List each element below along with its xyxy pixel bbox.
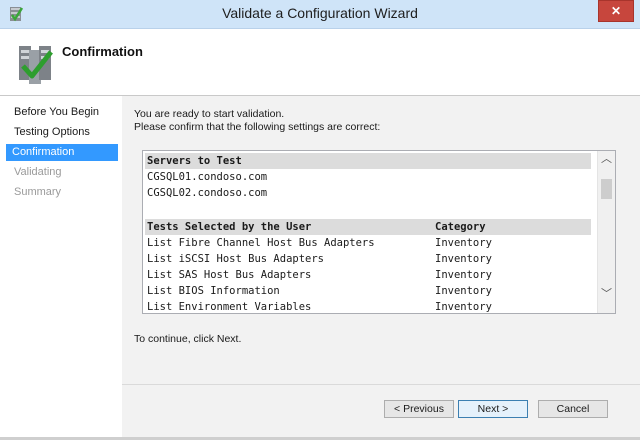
nav-item-before-you-begin[interactable]: Before You Begin bbox=[8, 104, 118, 121]
vertical-scrollbar[interactable]: ︿ ﹀ bbox=[597, 151, 615, 313]
nav-item-confirmation[interactable]: Confirmation bbox=[6, 144, 118, 161]
server-name: CGSQL02.condoso.com bbox=[147, 187, 268, 199]
window-title: Validate a Configuration Wizard bbox=[222, 5, 418, 21]
settings-listbox[interactable]: Servers to Test CGSQL01.condoso.com CGSQ… bbox=[142, 150, 616, 314]
main-content: You are ready to start validation. Pleas… bbox=[122, 96, 640, 440]
test-name: List Environment Variables bbox=[147, 301, 312, 313]
servers-header-row: Servers to Test bbox=[145, 153, 591, 169]
list-item: List iSCSI Host Bus Adapters Inventory bbox=[145, 251, 591, 267]
continue-hint: To continue, click Next. bbox=[134, 333, 242, 345]
scroll-thumb[interactable] bbox=[601, 179, 612, 199]
next-button[interactable]: Next > bbox=[458, 400, 528, 418]
scroll-up-arrow-icon[interactable]: ︿ bbox=[598, 151, 615, 168]
test-category: Inventory bbox=[435, 253, 492, 265]
close-button[interactable]: ✕ bbox=[598, 0, 634, 22]
intro-text: You are ready to start validation. Pleas… bbox=[134, 108, 380, 134]
tests-header-row: Tests Selected by the User Category bbox=[145, 219, 591, 235]
test-name: List iSCSI Host Bus Adapters bbox=[147, 253, 325, 265]
footer-divider bbox=[122, 384, 640, 385]
page-title: Confirmation bbox=[62, 44, 143, 59]
list-item: List BIOS Information Inventory bbox=[145, 283, 591, 299]
test-name: List SAS Host Bus Adapters bbox=[147, 269, 312, 281]
server-name: CGSQL01.condoso.com bbox=[147, 171, 268, 183]
list-item: CGSQL02.condoso.com bbox=[145, 185, 591, 201]
category-header: Category bbox=[435, 221, 486, 233]
intro-line-2: Please confirm that the following settin… bbox=[134, 121, 381, 133]
test-category: Inventory bbox=[435, 237, 492, 249]
intro-line-1: You are ready to start validation. bbox=[134, 108, 285, 120]
list-item: List Environment Variables Inventory bbox=[145, 299, 591, 313]
cancel-button[interactable]: Cancel bbox=[538, 400, 608, 418]
title-bar[interactable]: Validate a Configuration Wizard ✕ bbox=[0, 0, 640, 29]
servers-header: Servers to Test bbox=[147, 155, 242, 167]
test-category: Inventory bbox=[435, 285, 492, 297]
nav-item-testing-options[interactable]: Testing Options bbox=[8, 124, 118, 141]
nav-item-summary: Summary bbox=[14, 186, 62, 198]
settings-list: Servers to Test CGSQL01.condoso.com CGSQ… bbox=[143, 151, 595, 313]
test-name: List Fibre Channel Host Bus Adapters bbox=[147, 237, 375, 249]
nav-item-validating: Validating bbox=[14, 166, 62, 178]
scroll-down-arrow-icon[interactable]: ﹀ bbox=[598, 286, 615, 303]
wizard-steps-nav: Before You Begin Testing Options Confirm… bbox=[0, 96, 122, 440]
list-item: List SAS Host Bus Adapters Inventory bbox=[145, 267, 591, 283]
list-item: List Fibre Channel Host Bus Adapters Inv… bbox=[145, 235, 591, 251]
tests-header: Tests Selected by the User bbox=[147, 221, 312, 233]
test-category: Inventory bbox=[435, 269, 492, 281]
test-category: Inventory bbox=[435, 301, 492, 313]
wizard-window: Validate a Configuration Wizard ✕ Confir… bbox=[0, 0, 640, 440]
test-name: List BIOS Information bbox=[147, 285, 280, 297]
previous-button[interactable]: < Previous bbox=[384, 400, 454, 418]
page-header: Confirmation bbox=[0, 29, 640, 96]
server-checkmark-icon bbox=[19, 46, 53, 84]
list-item: CGSQL01.condoso.com bbox=[145, 169, 591, 185]
